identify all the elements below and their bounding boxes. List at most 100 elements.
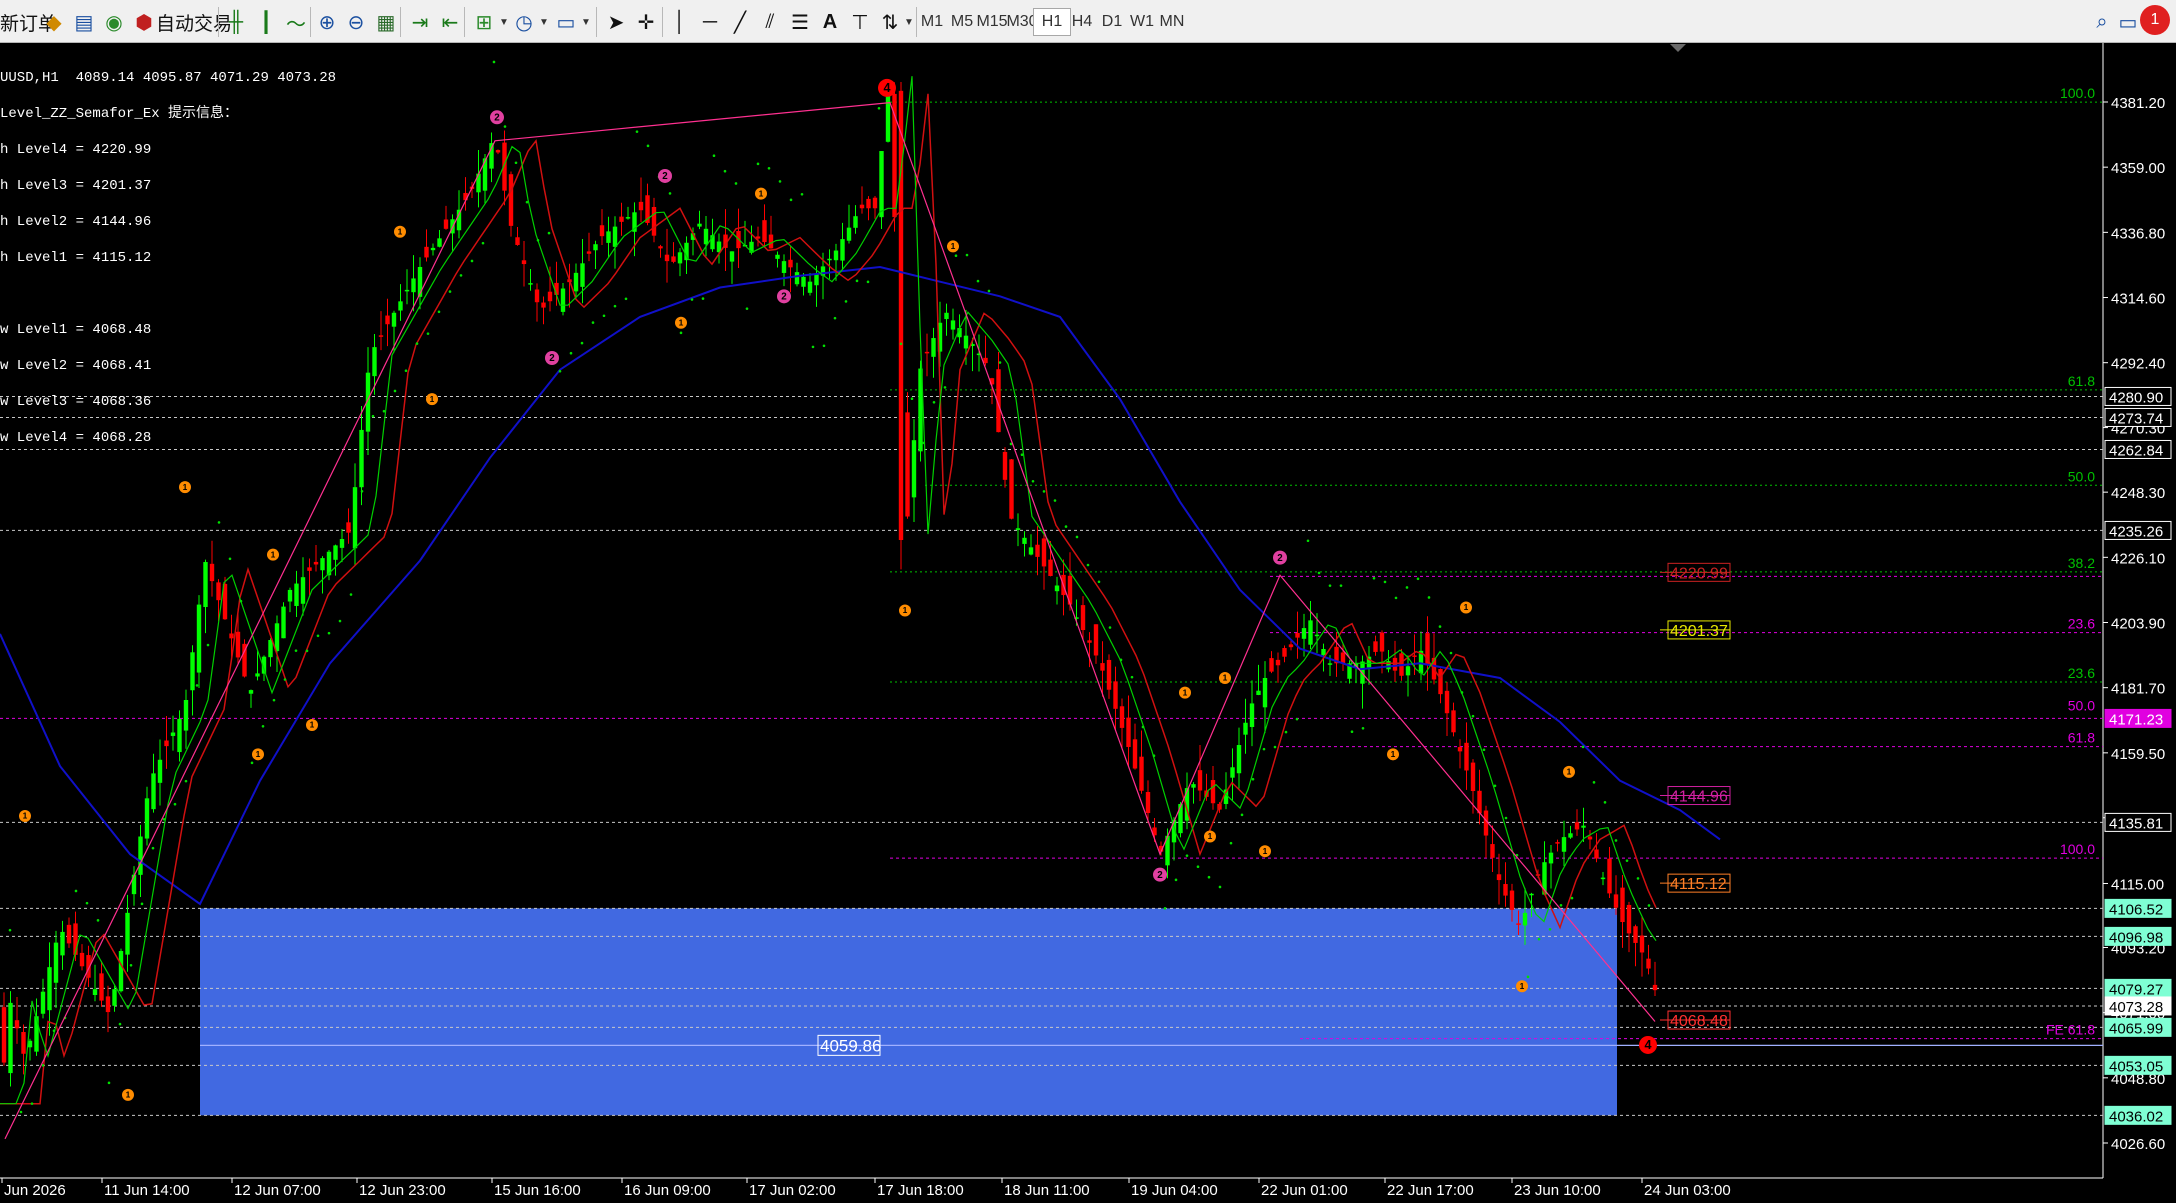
candle-body: [1574, 822, 1580, 830]
sar-dot: [437, 310, 441, 314]
navigator-icon[interactable]: ◉: [100, 8, 128, 36]
price-tick-label: 4336.80: [2111, 225, 2165, 242]
sar-dot: [360, 489, 364, 493]
timeframe-mn[interactable]: MN: [1153, 8, 1191, 36]
zoom-out-icon[interactable]: ⊖: [342, 8, 370, 36]
time-label: 23 Jun 10:00: [1514, 1182, 1601, 1199]
text-icon[interactable]: A: [816, 8, 844, 36]
chat-icon[interactable]: ▭: [2114, 8, 2142, 36]
sar-dot: [1570, 896, 1574, 900]
semafor-label: 4: [883, 81, 890, 95]
sar-dot: [1262, 747, 1266, 751]
candle-body: [534, 289, 540, 303]
candle-body: [1308, 620, 1313, 645]
crosshair-icon[interactable]: ✛: [632, 8, 660, 36]
candle-body: [1100, 663, 1105, 671]
auto-trade-button[interactable]: 自动交易: [156, 8, 232, 36]
zoom-in-icon[interactable]: ⊕: [313, 8, 341, 36]
separator: [218, 7, 219, 37]
chart-shift-icon[interactable]: ⇤: [436, 8, 464, 36]
data-window-icon[interactable]: ▤: [70, 8, 98, 36]
sar-dot: [833, 316, 837, 320]
auto-trade-icon[interactable]: ⬢: [130, 8, 158, 36]
sar-dot: [1295, 717, 1299, 721]
semafor-label: 2: [1277, 553, 1283, 564]
candle-body: [287, 589, 293, 602]
candle-body: [1568, 833, 1573, 838]
time-label: 24 Jun 03:00: [1644, 1182, 1731, 1199]
toolbar: 新订单 ◆ ▤ ◉ ⬢ 自动交易 ╫ ┃ 〜 ⊕ ⊖ ▦ ⇥ ⇤ ⊞ ▼ ◷ ▼…: [0, 0, 2176, 43]
candle-body: [853, 216, 858, 228]
sar-dot: [855, 279, 859, 283]
candle-body: [677, 252, 683, 264]
semafor-label: 1: [126, 1090, 131, 1100]
sar-dot: [1196, 865, 1200, 869]
high-level-4: h Level4 = 4220.99: [0, 142, 152, 158]
sar-dot: [1317, 571, 1321, 575]
semafor-label: 2: [549, 353, 555, 364]
search-icon[interactable]: ⌕: [2088, 8, 2116, 36]
market-watch-icon[interactable]: ◆: [40, 8, 68, 36]
cursor-icon[interactable]: ➤: [602, 8, 630, 36]
sar-dot: [1174, 878, 1178, 882]
equidistant-channel-icon[interactable]: ⫽: [756, 8, 784, 36]
sar-dot: [1361, 726, 1365, 730]
trendline-icon[interactable]: ╱: [726, 8, 754, 36]
candle-body: [1022, 537, 1027, 544]
semafor-label: 1: [23, 811, 28, 821]
sar-dot: [140, 902, 144, 906]
candle-body: [606, 231, 611, 243]
time-label: 22 Jun 01:00: [1261, 1182, 1348, 1199]
sar-dot: [1185, 854, 1189, 857]
candle-body: [625, 217, 631, 219]
candle-body: [1587, 836, 1593, 840]
text-label-icon[interactable]: ⊤: [846, 8, 874, 36]
price-label: 4073.28: [2109, 999, 2163, 1016]
candle-body: [1503, 884, 1508, 896]
sar-dot: [1548, 927, 1552, 931]
price-label: 4235.26: [2109, 523, 2163, 540]
sar-dot: [1603, 801, 1607, 804]
candle-body: [294, 583, 299, 606]
candle-body: [1555, 842, 1560, 844]
notification-badge[interactable]: 1: [2140, 5, 2170, 35]
time-label: 12 Jun 23:00: [359, 1182, 446, 1199]
price-tick-label: 4226.10: [2111, 550, 2165, 567]
candle-body: [203, 562, 208, 608]
candle-body: [138, 836, 143, 875]
candlestick-icon[interactable]: ┃: [252, 8, 280, 36]
candle-body: [1210, 780, 1216, 804]
tile-windows-icon[interactable]: ▦: [372, 8, 400, 36]
candle-body: [697, 223, 702, 227]
fib-label: 38.2: [2068, 555, 2095, 571]
semafor-label: 1: [430, 394, 435, 404]
sar-dot: [1273, 745, 1277, 749]
candle-body: [437, 238, 442, 247]
candle-body: [248, 690, 254, 694]
candle-body: [872, 197, 878, 209]
candle-body: [99, 973, 104, 1001]
fibonacci-icon[interactable]: ☰: [786, 8, 814, 36]
sar-dot: [712, 154, 716, 158]
semafor-label: 1: [1263, 846, 1268, 856]
horizontal-line-icon[interactable]: ─: [696, 8, 724, 36]
candle-body: [1646, 958, 1651, 969]
sar-dot: [679, 331, 683, 335]
auto-scroll-icon[interactable]: ⇥: [406, 8, 434, 36]
sar-dot: [272, 698, 276, 702]
candle-body: [105, 996, 111, 1013]
price-tick-label: 4292.40: [2111, 356, 2165, 373]
candle-body: [1321, 648, 1326, 656]
bar-chart-icon[interactable]: ╫: [222, 8, 250, 36]
sar-dot: [305, 649, 309, 653]
sar-dot: [8, 928, 12, 932]
candle-body: [703, 228, 709, 245]
candle-body: [1028, 547, 1034, 555]
vertical-line-icon[interactable]: │: [666, 8, 694, 36]
candle-body: [963, 335, 969, 349]
line-chart-icon[interactable]: 〜: [282, 8, 310, 36]
sar-dot: [1240, 813, 1244, 817]
sar-dot: [52, 1029, 56, 1032]
semafor-label: 1: [1464, 602, 1469, 612]
candle-body: [404, 289, 410, 292]
